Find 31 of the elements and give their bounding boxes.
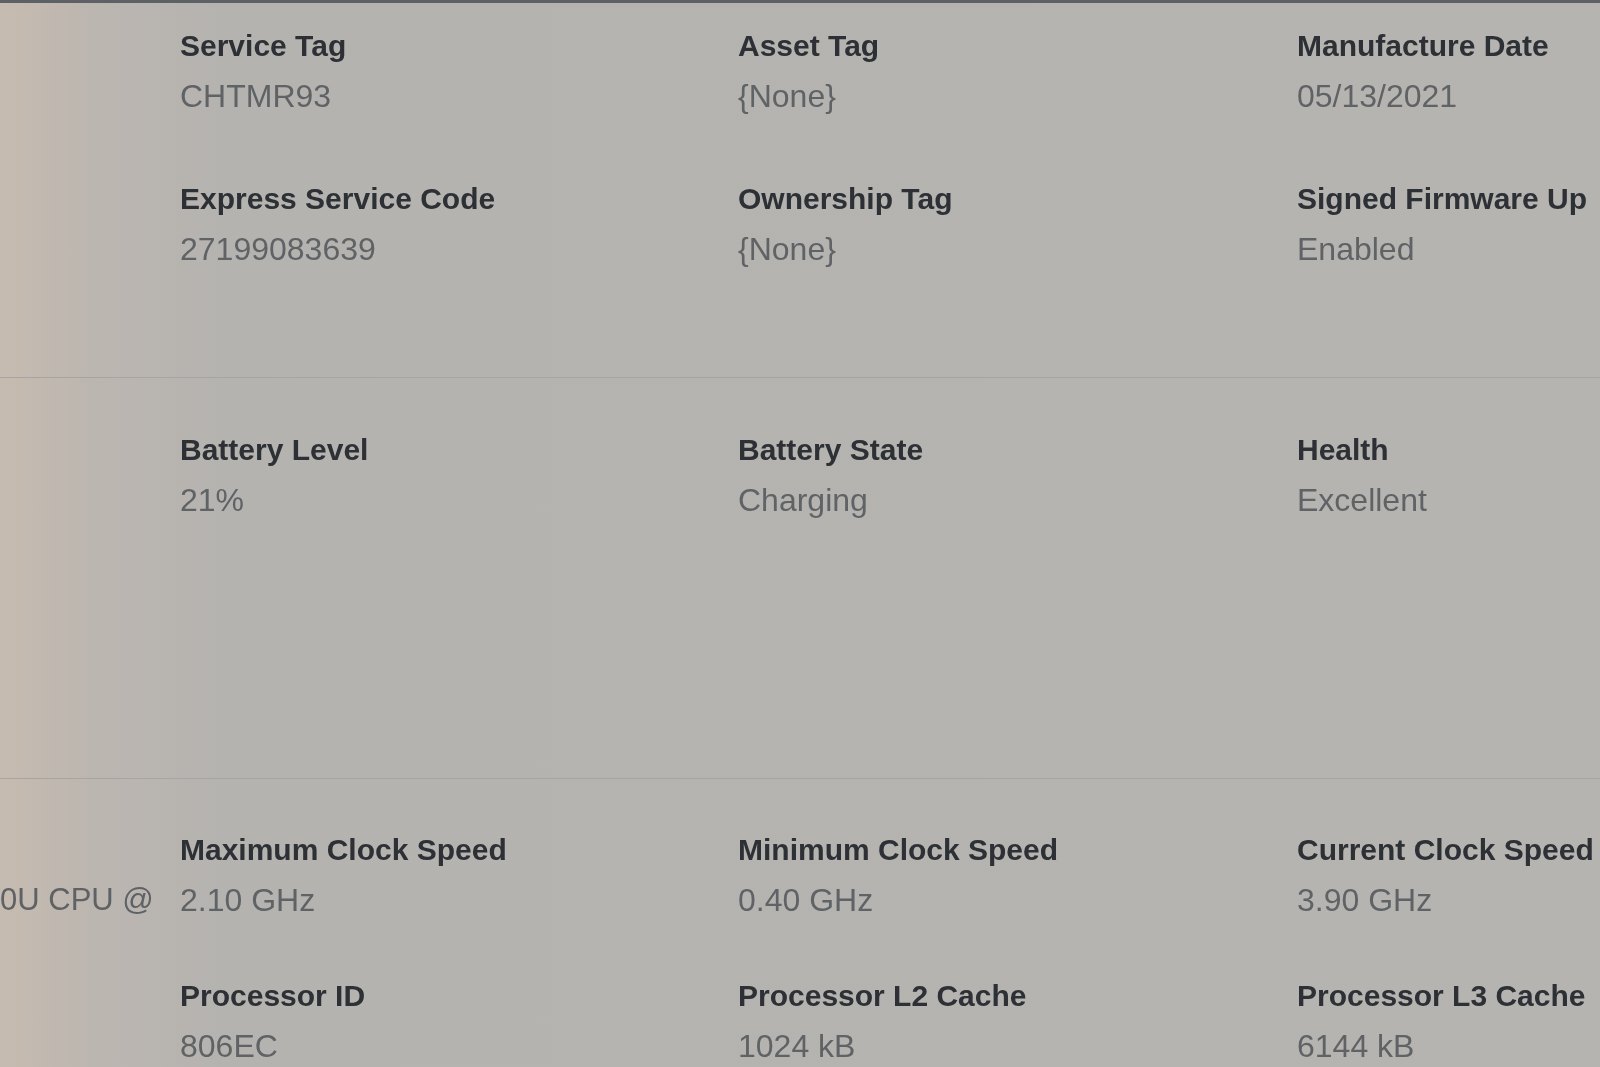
field-value: Excellent [1297, 481, 1427, 520]
field-value: 2.10 GHz [180, 881, 316, 920]
field-value: 6144 kB [1297, 1027, 1415, 1066]
field-label: Ownership Tag [738, 181, 953, 217]
field-value: CHTMR93 [180, 77, 332, 116]
field-label: Current Clock Speed [1297, 832, 1594, 868]
field-label: Processor L2 Cache [738, 978, 1027, 1014]
field-value: 3.90 GHz [1297, 881, 1433, 920]
field-label: Battery State [738, 432, 924, 468]
cpu-name-text: 0U CPU @ [0, 881, 154, 919]
field-label: Service Tag [180, 28, 347, 64]
field-value: 0.40 GHz [738, 881, 874, 920]
field-value: 27199083639 [180, 230, 376, 269]
field-value: Charging [738, 481, 868, 520]
field-label: Processor L3 Cache [1297, 978, 1586, 1014]
field-label: Battery Level [180, 432, 369, 468]
field-value: 21% [180, 481, 245, 520]
field-label: Express Service Code [180, 181, 496, 217]
field-label: Health [1297, 432, 1389, 468]
field-value: 05/13/2021 [1297, 77, 1458, 116]
field-value: {None} [738, 77, 836, 116]
field-label: Processor ID [180, 978, 366, 1014]
field-value: 806EC [180, 1027, 278, 1066]
field-value: {None} [738, 230, 836, 269]
field-label: Manufacture Date [1297, 28, 1549, 64]
field-label: Maximum Clock Speed [180, 832, 507, 868]
field-value: Enabled [1297, 230, 1415, 269]
field-label: Minimum Clock Speed [738, 832, 1059, 868]
field-label: Asset Tag [738, 28, 880, 64]
field-value: 1024 kB [738, 1027, 856, 1066]
field-label: Signed Firmware Up [1297, 181, 1588, 217]
